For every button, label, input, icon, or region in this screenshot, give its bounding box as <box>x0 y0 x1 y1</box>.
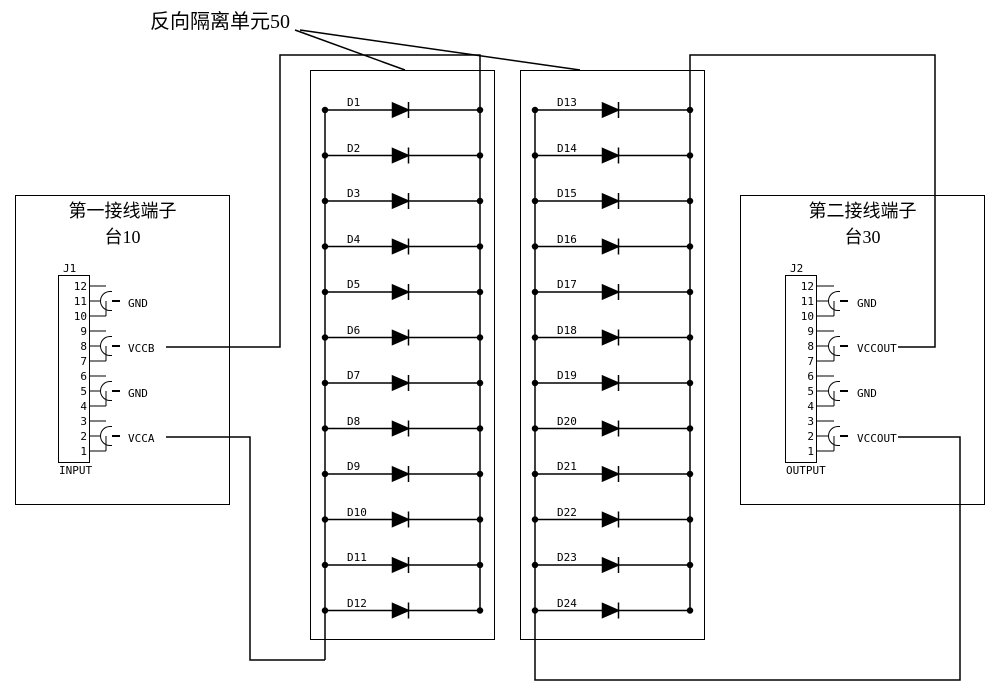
j2-pin-1: 1 <box>801 444 814 459</box>
j2-pin-8: 8 <box>801 339 814 354</box>
j1-pin-3: 3 <box>74 414 87 429</box>
j2-net-vccout2: VCCOUT <box>857 432 897 445</box>
diode-label-D5: D5 <box>347 278 360 291</box>
diode-label-D13: D13 <box>557 96 577 109</box>
j2-pin-11: 11 <box>801 294 814 309</box>
j1-pin-12: 12 <box>74 279 87 294</box>
j1-pins: 12 11 10 9 8 7 6 5 4 3 2 1 <box>74 279 87 459</box>
j1-designator: J1 <box>63 262 76 275</box>
j2-output-label: OUTPUT <box>786 464 826 477</box>
reverse-isolation-label: 反向隔离单元50 <box>150 5 290 34</box>
terminal-block-1: 第一接线端子 台10 <box>15 195 230 505</box>
diode-label-D23: D23 <box>557 551 577 564</box>
j2-pin-12: 12 <box>801 279 814 294</box>
diode-label-D14: D14 <box>557 142 577 155</box>
diode-label-D2: D2 <box>347 142 360 155</box>
j1-input-label: INPUT <box>59 464 92 477</box>
j1-pin-2: 2 <box>74 429 87 444</box>
j1-pin-9: 9 <box>74 324 87 339</box>
diode-label-D18: D18 <box>557 324 577 337</box>
diode-label-D12: D12 <box>347 597 367 610</box>
diode-label-D17: D17 <box>557 278 577 291</box>
diode-label-D6: D6 <box>347 324 360 337</box>
j2-net-gnd2: GND <box>857 387 877 400</box>
diode-label-D10: D10 <box>347 506 367 519</box>
j2-pin-7: 7 <box>801 354 814 369</box>
j1-pin-8: 8 <box>74 339 87 354</box>
diode-block-left <box>310 70 495 640</box>
diode-label-D21: D21 <box>557 460 577 473</box>
j1-net-vccb: VCCB <box>128 342 155 355</box>
diode-label-D9: D9 <box>347 460 360 473</box>
diode-label-D8: D8 <box>347 415 360 428</box>
diode-label-D4: D4 <box>347 233 360 246</box>
j2-pin-2: 2 <box>801 429 814 444</box>
j2-pin-5: 5 <box>801 384 814 399</box>
j2-pin-6: 6 <box>801 369 814 384</box>
j2-pin-4: 4 <box>801 399 814 414</box>
j1-pin-5: 5 <box>74 384 87 399</box>
diode-label-D3: D3 <box>347 187 360 200</box>
diode-label-D22: D22 <box>557 506 577 519</box>
diode-label-D1: D1 <box>347 96 360 109</box>
diode-label-D24: D24 <box>557 597 577 610</box>
j1-net-gnd2: GND <box>128 387 148 400</box>
diode-label-D20: D20 <box>557 415 577 428</box>
j1-pin-7: 7 <box>74 354 87 369</box>
j1-pin-10: 10 <box>74 309 87 324</box>
diode-label-D16: D16 <box>557 233 577 246</box>
j2-pin-3: 3 <box>801 414 814 429</box>
j1-pin-1: 1 <box>74 444 87 459</box>
terminal-j2: J2 12 11 10 9 8 7 6 5 4 3 2 1 OUTPUT <box>785 275 817 463</box>
diode-label-D15: D15 <box>557 187 577 200</box>
diode-label-D7: D7 <box>347 369 360 382</box>
j2-pin-10: 10 <box>801 309 814 324</box>
j2-pin-9: 9 <box>801 324 814 339</box>
block2-title-line2: 台30 <box>741 223 984 249</box>
j2-designator: J2 <box>790 262 803 275</box>
block2-title-line1: 第二接线端子 <box>741 200 984 223</box>
j1-net-vcca: VCCA <box>128 432 155 445</box>
j2-net-vccout1: VCCOUT <box>857 342 897 355</box>
j1-pin-4: 4 <box>74 399 87 414</box>
diode-label-D19: D19 <box>557 369 577 382</box>
diode-block-right <box>520 70 705 640</box>
block1-title-line1: 第一接线端子 <box>16 200 229 223</box>
diode-label-D11: D11 <box>347 551 367 564</box>
j2-net-gnd1: GND <box>857 297 877 310</box>
j1-net-gnd1: GND <box>128 297 148 310</box>
terminal-j1: J1 12 11 10 9 8 7 6 5 4 3 2 1 INPUT <box>58 275 90 463</box>
j1-pin-6: 6 <box>74 369 87 384</box>
j2-pins: 12 11 10 9 8 7 6 5 4 3 2 1 <box>801 279 814 459</box>
j1-pin-11: 11 <box>74 294 87 309</box>
block1-title-line2: 台10 <box>16 223 229 249</box>
